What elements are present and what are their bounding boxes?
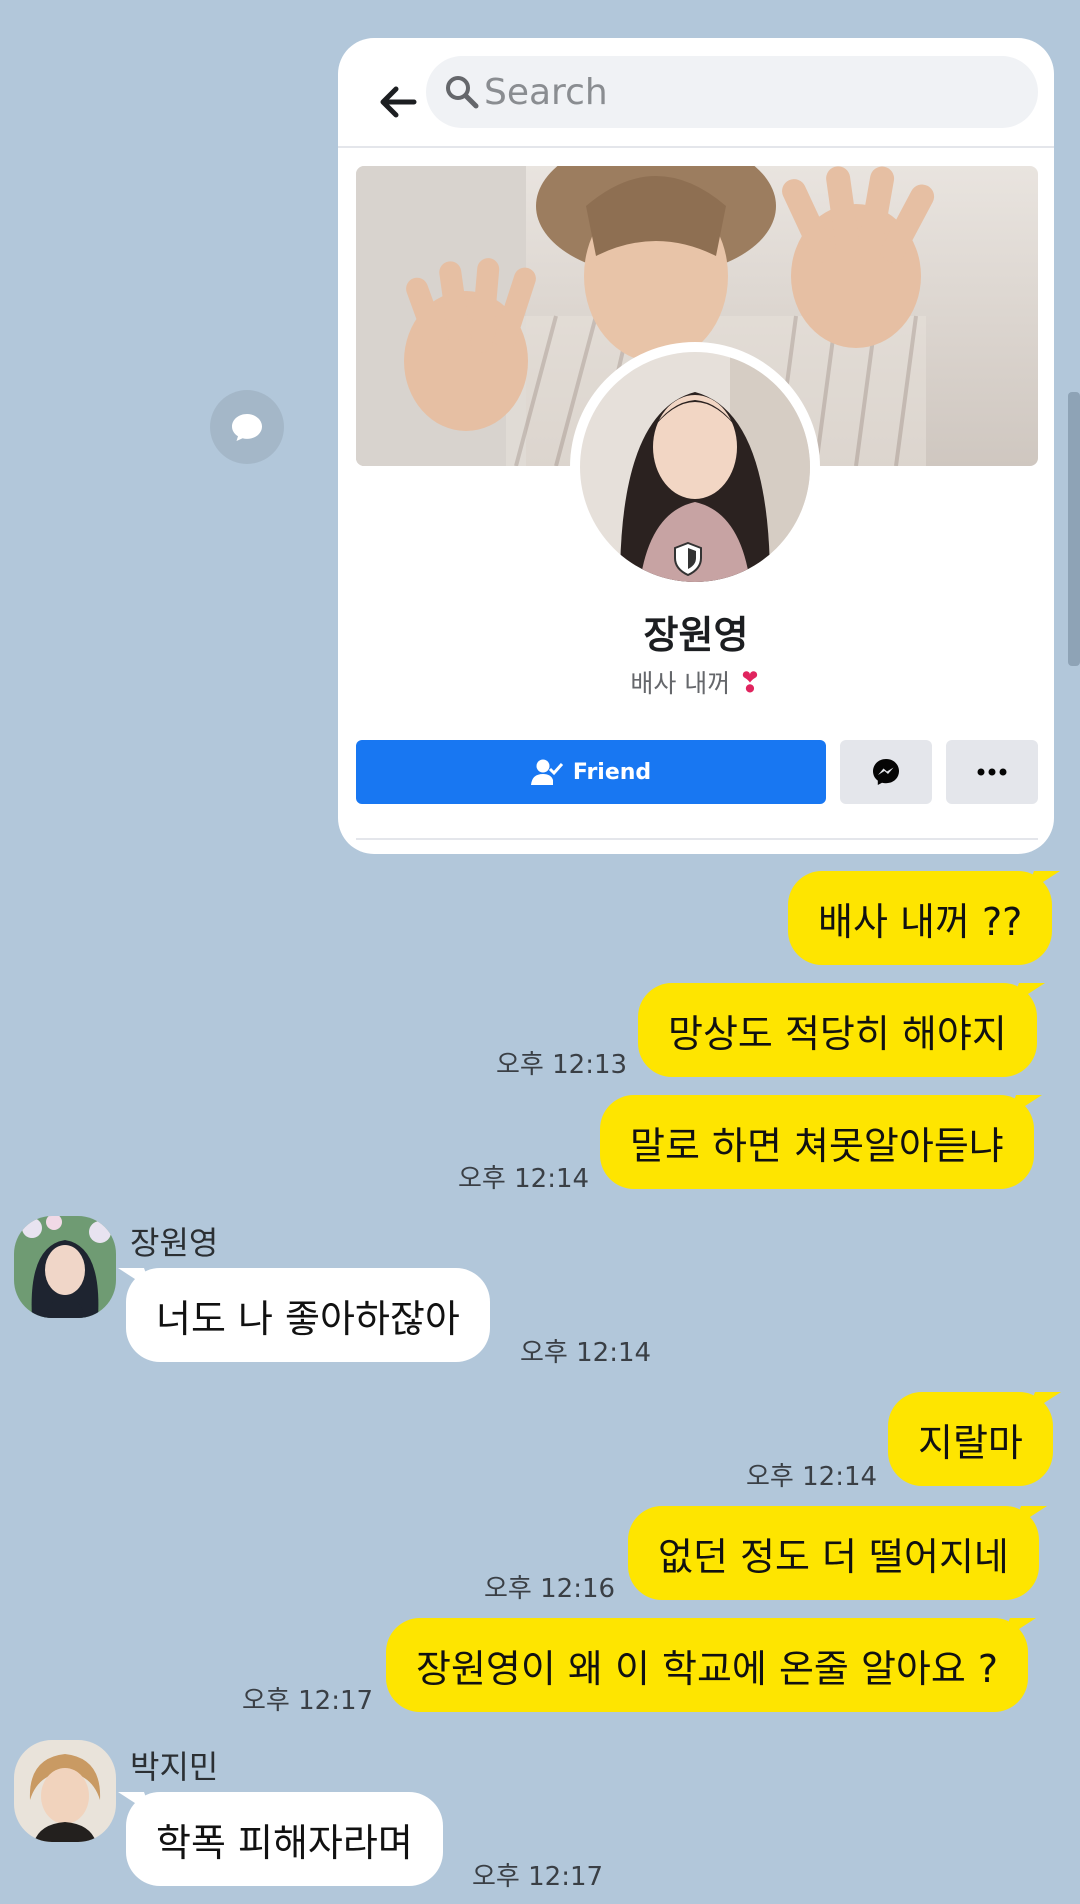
- my-message-bubble[interactable]: 말로 하면 쳐못알아듣냐: [600, 1095, 1034, 1189]
- search-icon: [444, 74, 480, 110]
- shared-profile-card[interactable]: 장원영 배사 내꺼 ❣ Friend: [338, 38, 1054, 854]
- avatar[interactable]: [14, 1740, 116, 1842]
- my-message-bubble[interactable]: 장원영이 왜 이 학교에 온줄 알아요 ?: [386, 1618, 1029, 1712]
- search-bar[interactable]: [426, 56, 1038, 128]
- heart-exclamation-icon: ❣: [738, 666, 762, 699]
- sender-name: 박지민: [130, 1748, 219, 1786]
- their-message-bubble[interactable]: 학폭 피해자라며: [126, 1792, 443, 1886]
- my-message-bubble[interactable]: 망상도 적당히 해야지: [638, 983, 1037, 1077]
- profile-header-bar: [338, 38, 1054, 146]
- message-text: 말로 하면 쳐못알아듣냐: [630, 1123, 1004, 1168]
- message-time: 오후 12:17: [472, 1862, 604, 1892]
- profile-bio: 배사 내꺼 ❣: [338, 664, 1054, 700]
- my-message-bubble[interactable]: 배사 내꺼 ??: [788, 871, 1053, 965]
- message-text: 너도 나 좋아하잖아: [156, 1296, 460, 1341]
- friend-button-label: Friend: [572, 759, 652, 785]
- card-bottom-divider: [356, 838, 1038, 840]
- profile-bio-text: 배사 내꺼: [630, 669, 731, 698]
- more-options-button[interactable]: [946, 740, 1038, 804]
- message-time: 오후 12:17: [242, 1686, 374, 1716]
- scrollbar[interactable]: [1068, 392, 1080, 666]
- sender-name: 장원영: [130, 1224, 219, 1262]
- share-button[interactable]: [210, 390, 284, 464]
- friend-check-icon: [530, 759, 563, 785]
- search-input[interactable]: [484, 71, 1004, 113]
- messenger-icon: [873, 759, 899, 785]
- message-time: 오후 12:16: [484, 1574, 616, 1604]
- my-message-bubble[interactable]: 없던 정도 더 떨어지네: [628, 1506, 1039, 1600]
- message-time: 오후 12:13: [496, 1050, 628, 1080]
- message-time: 오후 12:14: [458, 1164, 590, 1194]
- message-text: 망상도 적당히 해야지: [668, 1011, 1007, 1056]
- message-text: 학폭 피해자라며: [156, 1820, 413, 1865]
- avatar[interactable]: [14, 1216, 116, 1318]
- messenger-button[interactable]: [840, 740, 932, 804]
- message-time: 오후 12:14: [520, 1338, 652, 1368]
- message-time: 오후 12:14: [746, 1462, 878, 1492]
- friend-button[interactable]: Friend: [356, 740, 826, 804]
- message-text: 배사 내꺼 ??: [818, 899, 1023, 944]
- message-text: 지랄마: [918, 1420, 1023, 1465]
- message-text: 없던 정도 더 떨어지네: [658, 1534, 1009, 1579]
- their-message-bubble[interactable]: 너도 나 좋아하잖아: [126, 1268, 490, 1362]
- my-message-bubble[interactable]: 지랄마: [888, 1392, 1053, 1486]
- message-text: 장원영이 왜 이 학교에 온줄 알아요 ?: [416, 1646, 999, 1691]
- shield-icon: [674, 542, 702, 576]
- back-arrow-icon: [380, 86, 417, 118]
- header-divider: [338, 146, 1054, 148]
- profile-name: 장원영: [643, 613, 749, 657]
- back-button[interactable]: [370, 74, 426, 130]
- more-icon: [977, 768, 1007, 776]
- profile-avatar[interactable]: [570, 342, 820, 592]
- speech-bubble-icon: [232, 414, 262, 441]
